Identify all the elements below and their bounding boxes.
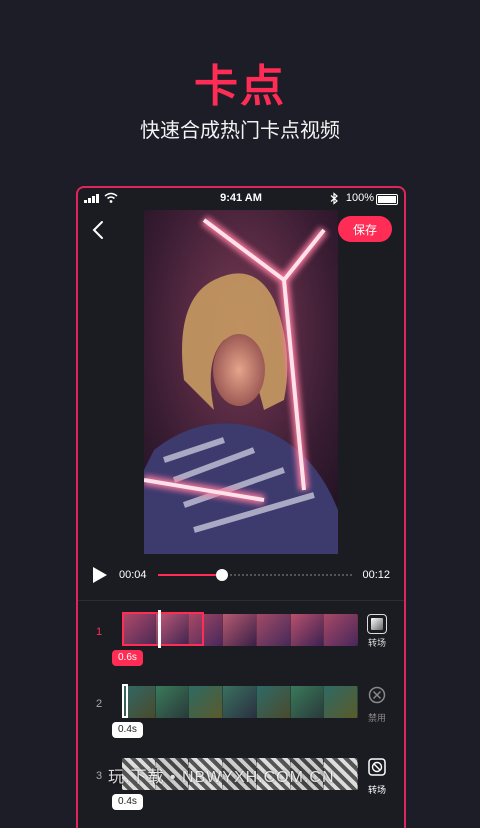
- transition-button[interactable]: 转场: [362, 614, 392, 649]
- video-preview: [144, 210, 338, 554]
- duration-time: 00:12: [362, 569, 390, 581]
- signal-icon: [84, 194, 99, 203]
- bluetooth-icon: [330, 192, 338, 205]
- hero-subtitle: 快速合成热门卡点视频: [140, 120, 340, 142]
- watermark: 玩.下载 • NBWYXH.COM.CN: [108, 769, 335, 786]
- back-icon[interactable]: [88, 218, 108, 242]
- clip-selection-frame: [122, 612, 204, 646]
- save-button[interactable]: 保存: [338, 216, 392, 242]
- progress-fill: [158, 574, 222, 576]
- transition-label: 转场: [367, 638, 386, 648]
- status-time: 9:41 AM: [220, 192, 262, 204]
- disable-button[interactable]: 禁用: [362, 686, 392, 724]
- clip-row[interactable]: 2 0.4s 禁用: [78, 680, 404, 752]
- current-time: 00:04: [119, 569, 147, 581]
- clip-index: 2: [96, 698, 103, 710]
- battery-percent: 100%: [345, 192, 374, 204]
- clip-trim-handle[interactable]: [122, 684, 128, 718]
- clip-filmstrip[interactable]: [122, 614, 358, 646]
- hero-title: 卡点: [194, 62, 286, 111]
- transition-icon: [367, 614, 387, 634]
- progress-slider[interactable]: [158, 569, 352, 581]
- clip-filmstrip[interactable]: [122, 686, 358, 718]
- no-transition-icon: [368, 758, 386, 776]
- clip-duration-badge: 0.4s: [112, 722, 143, 738]
- progress-thumb[interactable]: [216, 569, 228, 581]
- battery-icon: [376, 194, 398, 205]
- divider: [78, 600, 404, 601]
- status-bar: 9:41 AM 100%: [78, 188, 404, 210]
- transition-label: 转场: [367, 785, 386, 795]
- player-controls: 00:04 00:12: [78, 558, 404, 590]
- clip-index: 1: [96, 626, 103, 638]
- clip-duration-badge: 0.6s: [112, 650, 143, 666]
- wifi-icon: [104, 192, 118, 203]
- phone-mockup: 9:41 AM 100% 保存 00:04 00:12 1 0.6s 转场 2 …: [76, 186, 406, 828]
- playhead[interactable]: [158, 610, 161, 648]
- clip-row[interactable]: 1 0.6s 转场: [78, 608, 404, 680]
- clip-duration-badge: 0.4s: [112, 794, 143, 810]
- disable-label: 禁用: [367, 713, 386, 723]
- disabled-icon: [368, 686, 386, 704]
- clip-index: 3: [96, 770, 103, 782]
- transition-button[interactable]: 转场: [362, 758, 392, 796]
- play-icon[interactable]: [92, 566, 108, 584]
